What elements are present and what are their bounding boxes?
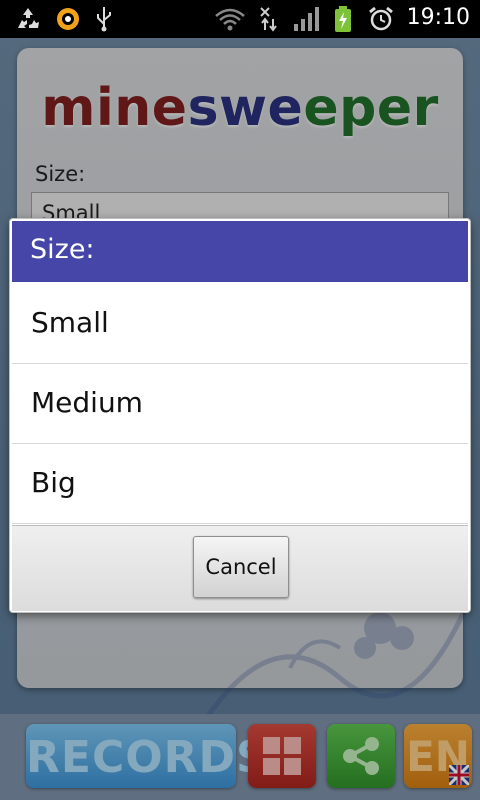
option-small[interactable]: Small bbox=[12, 284, 468, 364]
alarm-icon bbox=[369, 6, 393, 31]
cancel-button-label: Cancel bbox=[205, 555, 277, 579]
size-dialog: Size: Small Medium Big Cancel bbox=[10, 219, 470, 612]
option-medium[interactable]: Medium bbox=[12, 364, 468, 444]
recycle-icon bbox=[18, 8, 39, 28]
option-label: Big bbox=[31, 466, 76, 499]
dialog-button-bar: Cancel bbox=[12, 525, 468, 611]
cancel-button[interactable]: Cancel bbox=[193, 536, 289, 598]
option-big[interactable]: Big bbox=[12, 444, 468, 524]
dialog-title-bar: Size: bbox=[12, 221, 468, 282]
orange-ring-icon bbox=[57, 8, 79, 30]
status-bar: 19:10 bbox=[0, 0, 480, 38]
option-label: Small bbox=[31, 306, 109, 339]
clock-text: 19:10 bbox=[406, 5, 470, 30]
signal-icon bbox=[294, 7, 319, 31]
wifi-icon bbox=[215, 8, 245, 31]
usb-icon bbox=[97, 7, 111, 32]
data-arrows-icon bbox=[260, 7, 277, 32]
option-label: Medium bbox=[31, 386, 143, 419]
dialog-title: Size: bbox=[30, 234, 95, 265]
battery-charging-icon bbox=[335, 6, 351, 32]
